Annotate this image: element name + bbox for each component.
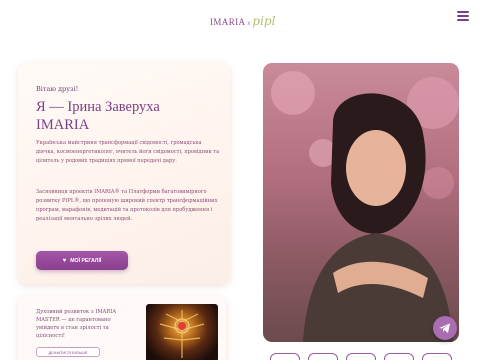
- logo-imaria-text: IMARIA: [210, 17, 246, 27]
- social-tiktok-button[interactable]: [422, 353, 452, 360]
- regalia-button[interactable]: ♥ МОЇ РЕГАЛІЇ: [36, 251, 128, 270]
- site-header: IMARIA x pipl: [0, 0, 480, 50]
- hamburger-menu-icon[interactable]: [457, 11, 469, 21]
- logo-pipl-text: pipl: [252, 14, 276, 28]
- portrait-photo: [263, 63, 459, 342]
- social-telegram-button[interactable]: [270, 353, 300, 360]
- title-name: Я — Ірина Заверуха: [36, 99, 160, 115]
- learn-more-button[interactable]: ДІЗНАТИСЯ БІЛЬШЕ: [36, 347, 100, 357]
- site-logo[interactable]: IMARIA x pipl: [210, 14, 275, 34]
- page-title: Я — Ірина Заверуха IMARIA: [36, 98, 226, 134]
- intro-card: Вітаю друзі! Я — Ірина Заверуха IMARIA У…: [18, 63, 230, 284]
- telegram-float-button[interactable]: [433, 316, 457, 340]
- greeting-text: Вітаю друзі!: [36, 85, 79, 93]
- telegram-icon: [439, 323, 450, 333]
- bio-paragraph: Українська майстриня трансформації свідо…: [36, 140, 220, 164]
- title-brand: IMARIA: [36, 117, 90, 133]
- social-facebook-button[interactable]: [384, 353, 414, 360]
- promo-text: Духовний розвиток з IMARIA MASTER — це г…: [36, 309, 117, 339]
- social-links: [270, 353, 460, 360]
- social-youtube-button[interactable]: [308, 353, 338, 360]
- promo-image: [146, 304, 218, 360]
- logo-separator: x: [247, 21, 251, 27]
- social-instagram-button[interactable]: [346, 353, 376, 360]
- regalia-button-label: МОЇ РЕГАЛІЇ: [70, 257, 102, 264]
- projects-paragraph: Засновниця проектів IMARIA® та Платформи…: [36, 189, 218, 222]
- heart-icon: ♥: [62, 257, 67, 264]
- promo-card: Духовний розвиток з IMARIA MASTER — це г…: [18, 296, 226, 360]
